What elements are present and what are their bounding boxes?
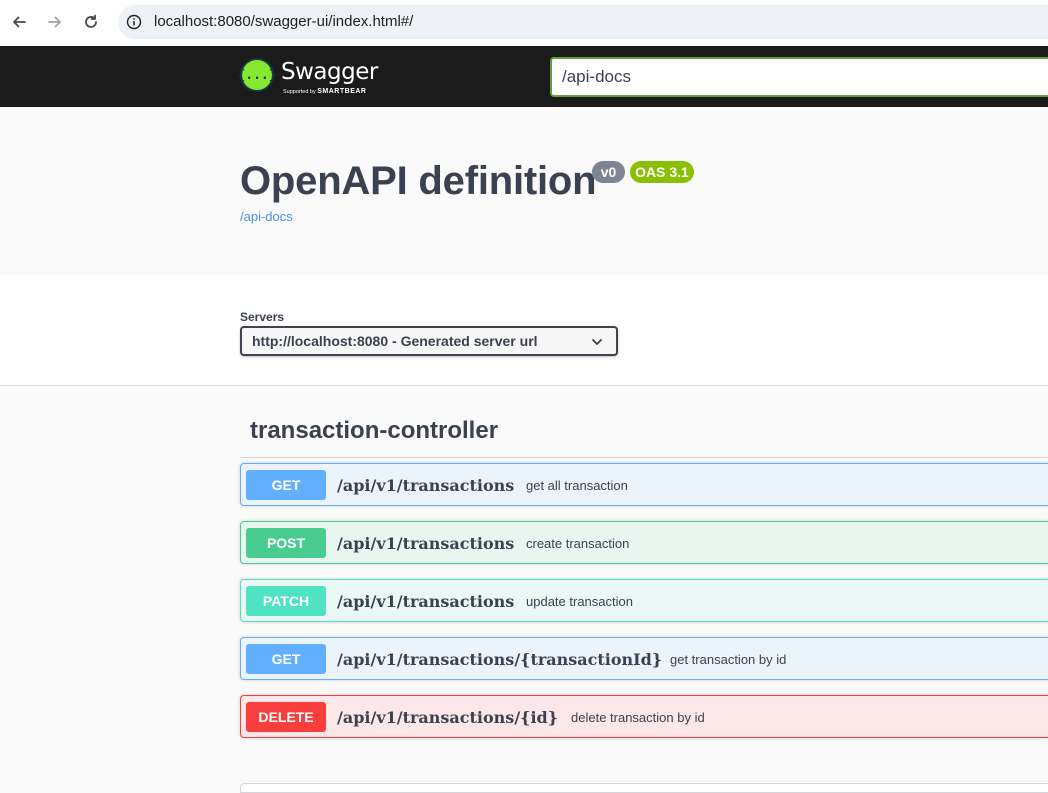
operation-summary: create transaction xyxy=(526,536,630,551)
browser-toolbar: localhost:8080/swagger-ui/index.html#/ xyxy=(0,0,1048,46)
address-url: localhost:8080/swagger-ui/index.html#/ xyxy=(154,13,414,30)
operation-summary: update transaction xyxy=(526,594,633,609)
operation-summary: get transaction by id xyxy=(670,652,787,667)
selected-server: http://localhost:8080 - Generated server… xyxy=(252,333,538,349)
reload-icon[interactable] xyxy=(81,12,101,32)
method-badge: POST xyxy=(246,528,326,558)
oas-badge: OAS 3.1 xyxy=(630,161,694,183)
operation-path: /api/v1/transactions xyxy=(337,534,515,553)
back-arrow-icon[interactable] xyxy=(9,12,29,32)
servers-label: Servers xyxy=(240,310,285,324)
tag-header-transaction-controller[interactable]: transaction-controller xyxy=(250,417,498,445)
tag-divider xyxy=(240,457,1048,458)
info-section: OpenAPI definition v0 OAS 3.1 /api-docs xyxy=(0,107,1048,275)
operation-patch-transaction[interactable]: PATCH /api/v1/transactions update transa… xyxy=(240,579,1048,622)
logo-wordmark: Swagger xyxy=(281,59,378,85)
operation-delete-transaction[interactable]: DELETE /api/v1/transactions/{id} delete … xyxy=(240,695,1048,738)
logo-supported-by: Supported by SMARTBEAR xyxy=(283,88,366,95)
address-bar[interactable]: localhost:8080/swagger-ui/index.html#/ xyxy=(118,5,1048,39)
api-docs-link[interactable]: /api-docs xyxy=(240,209,293,224)
logo-sub-brand: SMARTBEAR xyxy=(317,88,367,95)
next-section-edge xyxy=(240,783,1048,793)
servers-select[interactable]: http://localhost:8080 - Generated server… xyxy=(240,326,618,356)
operation-get-all-transactions[interactable]: GET /api/v1/transactions get all transac… xyxy=(240,463,1048,506)
operation-path: /api/v1/transactions xyxy=(337,592,515,611)
method-badge: GET xyxy=(246,470,326,500)
swagger-logo[interactable]: {...} Swagger Supported by SMARTBEAR xyxy=(237,58,390,98)
version-badge: v0 xyxy=(592,161,625,183)
operation-path: /api/v1/transactions/{id} xyxy=(337,708,558,727)
forward-arrow-icon[interactable] xyxy=(45,12,65,32)
servers-section: Servers http://localhost:8080 - Generate… xyxy=(0,275,1048,386)
chevron-down-icon xyxy=(590,335,604,349)
method-badge: GET xyxy=(246,644,326,674)
definition-url-input[interactable] xyxy=(550,57,1048,97)
info-icon[interactable] xyxy=(126,14,142,30)
operation-path: /api/v1/transactions/{transactionId} xyxy=(337,650,663,669)
logo-sub-prefix: Supported by xyxy=(283,89,316,95)
page-title: OpenAPI definition xyxy=(240,159,597,203)
operation-path: /api/v1/transactions xyxy=(337,476,515,495)
operation-post-transaction[interactable]: POST /api/v1/transactions create transac… xyxy=(240,521,1048,564)
swagger-logo-icon: {...} xyxy=(237,58,277,92)
method-badge: DELETE xyxy=(246,702,326,732)
method-badge: PATCH xyxy=(246,586,326,616)
operation-summary: delete transaction by id xyxy=(571,710,705,725)
operation-get-transaction-by-id[interactable]: GET /api/v1/transactions/{transactionId}… xyxy=(240,637,1048,680)
swagger-topbar: {...} Swagger Supported by SMARTBEAR xyxy=(0,46,1048,107)
operation-summary: get all transaction xyxy=(526,478,628,493)
